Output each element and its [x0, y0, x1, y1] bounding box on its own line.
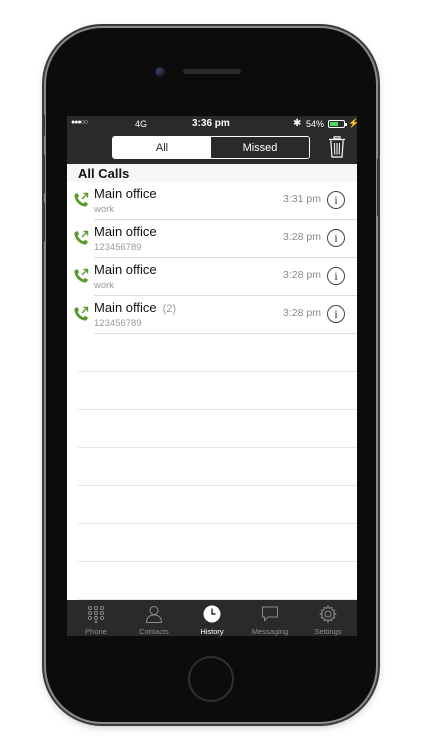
outgoing-call-icon — [74, 230, 89, 245]
status-bar: ●●●○○ 4G 3:36 pm ✱ 54% ⚡ — [67, 116, 357, 132]
call-subtitle: 123456789 — [94, 242, 142, 253]
tab-settings[interactable]: Settings — [299, 600, 357, 636]
contact-name: Main office — [94, 186, 157, 201]
tab-messaging[interactable]: Messaging — [241, 600, 299, 636]
empty-row — [67, 410, 357, 448]
call-row[interactable]: Main office work 3:31 pm i — [67, 182, 357, 220]
tab-history[interactable]: History — [183, 600, 241, 636]
battery-percent: 54% — [306, 119, 325, 129]
call-time: 3:28 pm — [283, 231, 321, 243]
person-icon — [145, 606, 163, 623]
call-subtitle: work — [94, 204, 115, 215]
tab-label: Messaging — [251, 627, 289, 636]
chat-bubble-icon — [262, 606, 278, 622]
segment-missed[interactable]: Missed — [211, 137, 309, 158]
home-button[interactable] — [188, 656, 234, 702]
info-icon[interactable]: i — [327, 229, 345, 247]
volume-down-button — [42, 202, 45, 242]
contact-name: Main office — [94, 262, 157, 277]
info-icon[interactable]: i — [327, 191, 345, 209]
outgoing-call-icon — [74, 192, 89, 207]
front-camera — [155, 67, 165, 77]
signal-strength: ●●●○○ — [71, 119, 88, 126]
empty-row — [67, 334, 357, 372]
keypad-icon — [87, 605, 105, 623]
mute-switch — [42, 114, 45, 136]
empty-row — [67, 486, 357, 524]
segment-all[interactable]: All — [113, 137, 211, 158]
empty-row — [67, 524, 357, 562]
status-time: 3:36 pm — [192, 118, 230, 129]
info-icon[interactable]: i — [327, 267, 345, 285]
tab-label: Settings — [314, 627, 342, 636]
call-subtitle: 123456789 — [94, 318, 142, 329]
tab-phone[interactable]: Phone — [67, 600, 125, 636]
call-time: 3:31 pm — [283, 193, 321, 205]
empty-row — [67, 562, 357, 600]
empty-row — [67, 448, 357, 486]
tab-contacts[interactable]: Contacts — [125, 600, 183, 636]
contact-name: Main office — [94, 224, 157, 239]
clock-icon — [203, 605, 221, 623]
call-filter-segmented-control: All Missed — [112, 136, 310, 159]
network-type: 4G — [135, 119, 148, 129]
trash-icon[interactable] — [328, 136, 346, 158]
tab-label: Contacts — [139, 627, 169, 636]
screen: ●●●○○ 4G 3:36 pm ✱ 54% ⚡ All Missed All … — [67, 116, 357, 636]
contact-name: Main office — [94, 300, 157, 315]
volume-up-button — [42, 154, 45, 194]
empty-row — [67, 372, 357, 410]
tab-label: History — [200, 627, 224, 636]
call-row[interactable]: Main office (2) 123456789 3:28 pm i — [67, 296, 357, 334]
call-row[interactable]: Main office 123456789 3:28 pm i — [67, 220, 357, 258]
tab-label: Phone — [85, 627, 107, 636]
info-icon[interactable]: i — [327, 305, 345, 323]
power-button — [377, 158, 380, 216]
call-count: (2) — [162, 303, 177, 315]
call-time: 3:28 pm — [283, 269, 321, 281]
tab-bar: Phone Contacts History Messaging Setting… — [67, 600, 357, 636]
call-history-list: Main office work 3:31 pm i Main office 1… — [67, 182, 357, 600]
outgoing-call-icon — [74, 268, 89, 283]
call-time: 3:28 pm — [283, 307, 321, 319]
outgoing-call-icon — [74, 306, 89, 321]
toolbar: All Missed — [67, 132, 357, 164]
charging-bolt-icon: ⚡ — [348, 118, 357, 128]
bluetooth-icon: ✱ — [293, 118, 302, 129]
section-title: All Calls — [67, 164, 357, 182]
gear-icon — [319, 605, 337, 623]
call-row[interactable]: Main office work 3:28 pm i — [67, 258, 357, 296]
earpiece-speaker — [183, 69, 241, 74]
battery-icon — [328, 120, 347, 128]
call-subtitle: work — [94, 280, 115, 291]
